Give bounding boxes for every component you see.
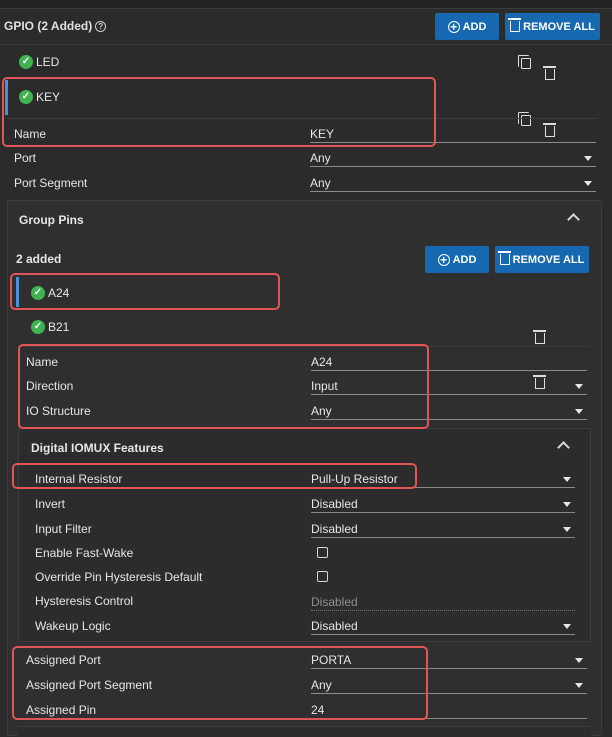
invert-label: Invert: [35, 497, 66, 511]
highlight-box: [18, 344, 429, 429]
gpio-add-button[interactable]: + ADD: [435, 13, 499, 40]
input-filter-select[interactable]: Disabled: [311, 522, 575, 538]
gpio-remove-all-label: REMOVE ALL: [523, 20, 595, 33]
delete-icon[interactable]: [543, 66, 556, 80]
top-strip: [0, 0, 612, 9]
wakeup-logic-select[interactable]: Disabled: [311, 619, 575, 635]
check-circle-icon: ✓: [31, 320, 45, 334]
caret-down-icon: [584, 156, 592, 161]
caret-down-icon: [575, 658, 583, 663]
delete-icon[interactable]: [533, 330, 546, 344]
input-filter-label: Input Filter: [35, 522, 92, 536]
wakeup-logic-value: Disabled: [311, 619, 358, 633]
port-label: Port: [14, 151, 37, 165]
hysteresis-override-checkbox[interactable]: [317, 571, 328, 582]
hysteresis-control-field: Disabled: [311, 595, 575, 611]
added-count: 2 added: [16, 252, 62, 266]
port-segment-label: Port Segment: [14, 176, 88, 190]
highlight-box: [2, 77, 436, 147]
gpio-title: GPIO (2 Added)?: [4, 19, 107, 33]
invert-value: Disabled: [311, 497, 358, 511]
fast-wake-checkbox[interactable]: [317, 547, 328, 558]
port-segment-select[interactable]: Any: [310, 176, 596, 192]
help-icon[interactable]: ?: [95, 21, 107, 32]
divider: [0, 44, 612, 45]
caret-down-icon: [563, 502, 571, 507]
add-circle-icon: +: [437, 253, 450, 266]
gpio-item-led[interactable]: ✓ LED: [19, 55, 59, 69]
gpio-item-label: LED: [36, 55, 60, 69]
copy-icon[interactable]: [518, 112, 531, 126]
port-select[interactable]: Any: [310, 151, 596, 167]
wakeup-logic-label: Wakeup Logic: [35, 619, 111, 633]
group-pins-remove-all-button[interactable]: REMOVE ALL: [495, 246, 589, 273]
remove-all-icon: [497, 251, 511, 265]
gpio-remove-all-button[interactable]: REMOVE ALL: [505, 13, 600, 40]
invert-select[interactable]: Disabled: [311, 497, 575, 513]
pin-item-label: B21: [48, 320, 70, 334]
check-circle-icon: ✓: [19, 55, 33, 69]
fast-wake-label: Enable Fast-Wake: [35, 546, 134, 560]
add-circle-icon: +: [447, 20, 460, 33]
highlight-box: [10, 273, 280, 310]
group-pins-add-button[interactable]: + ADD: [425, 246, 489, 273]
port-value: Any: [310, 151, 331, 165]
port-segment-value: Any: [310, 176, 331, 190]
hysteresis-control-label: Hysteresis Control: [35, 594, 134, 608]
copy-icon[interactable]: [518, 55, 531, 69]
group-pins-title: Group Pins: [19, 213, 84, 227]
caret-down-icon: [563, 527, 571, 532]
iomux-title: Digital IOMUX Features: [31, 441, 164, 455]
gpio-title-text: GPIO (2 Added): [4, 19, 93, 33]
caret-down-icon: [563, 477, 571, 482]
gpio-add-label: ADD: [462, 20, 487, 33]
caret-down-icon: [575, 683, 583, 688]
hysteresis-override-label: Override Pin Hysteresis Default: [35, 570, 203, 584]
highlight-box: [12, 646, 428, 720]
caret-down-icon: [563, 624, 571, 629]
highlight-box: [12, 463, 417, 489]
input-filter-value: Disabled: [311, 522, 358, 536]
group-pins-remove-all-label: REMOVE ALL: [512, 253, 585, 266]
group-pins-add-label: ADD: [452, 253, 477, 266]
next-panel-edge: [18, 726, 591, 737]
caret-down-icon: [575, 384, 583, 389]
caret-down-icon: [584, 181, 592, 186]
caret-down-icon: [575, 409, 583, 414]
remove-all-icon: [508, 18, 522, 32]
pin-item-b21[interactable]: ✓ B21: [31, 320, 69, 334]
